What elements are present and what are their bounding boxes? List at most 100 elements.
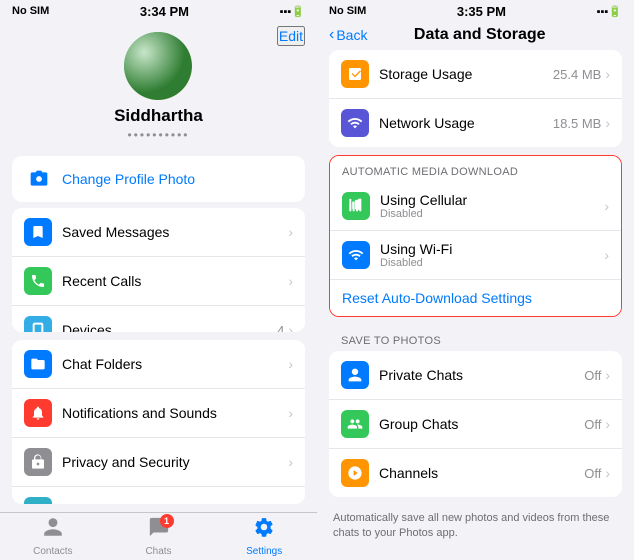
menu-item-notifications[interactable]: Notifications and Sounds › (12, 389, 305, 438)
cellular-item[interactable]: Using Cellular Disabled › (330, 182, 621, 231)
change-photo-label: Change Profile Photo (62, 171, 195, 187)
notifications-label: Notifications and Sounds (62, 405, 288, 421)
menu-item-calls[interactable]: Recent Calls › (12, 257, 305, 306)
profile-header: Edit Siddhartha •••••••••• (0, 22, 317, 150)
status-bar-left: No SIM 3:34 PM ▪▪▪🔋 (0, 0, 317, 22)
page-title: Data and Storage (367, 26, 592, 44)
chevron-icon: › (288, 356, 293, 372)
data-storage-label: Data and Storage (62, 503, 288, 505)
auto-download-header: AUTOMATIC MEDIA DOWNLOAD (330, 156, 621, 182)
recent-calls-icon (24, 267, 52, 295)
group-chats-item[interactable]: Group Chats Off › (329, 400, 622, 449)
private-chats-label-group: Private Chats (379, 367, 584, 383)
save-to-photos-section: SAVE TO PHOTOS Private Chats Off › (329, 325, 622, 546)
recent-calls-label: Recent Calls (62, 273, 288, 289)
wifi-icon (342, 241, 370, 269)
group-chats-icon (341, 410, 369, 438)
privacy-icon (24, 448, 52, 476)
settings-tab-icon (253, 516, 275, 544)
save-to-photos-header: SAVE TO PHOTOS (329, 325, 622, 351)
storage-usage-icon (341, 60, 369, 88)
edit-button[interactable]: Edit (277, 26, 305, 46)
profile-phone: •••••••••• (127, 128, 189, 142)
back-button[interactable]: ‹ Back (329, 26, 367, 44)
channels-item[interactable]: Channels Off › (329, 449, 622, 497)
cellular-icon (342, 192, 370, 220)
devices-badge: 4 (277, 323, 284, 332)
devices-icon (24, 316, 52, 332)
left-panel: No SIM 3:34 PM ▪▪▪🔋 Edit Siddhartha ••••… (0, 0, 317, 560)
chat-folders-icon (24, 350, 52, 378)
tab-bar: Contacts 1 Chats Settings (0, 512, 317, 560)
carrier-right: No SIM (329, 5, 366, 17)
private-chats-icon (341, 361, 369, 389)
storage-group: Storage Usage 25.4 MB › Network Usage 18… (329, 50, 622, 147)
storage-usage-item[interactable]: Storage Usage 25.4 MB › (329, 50, 622, 99)
privacy-label: Privacy and Security (62, 454, 288, 470)
time-right: 3:35 PM (457, 4, 506, 19)
chat-folders-label: Chat Folders (62, 356, 288, 372)
storage-value: 25.4 MB (553, 67, 601, 82)
camera-icon (26, 166, 52, 192)
notifications-icon (24, 399, 52, 427)
group-chats-label: Group Chats (379, 416, 584, 432)
chevron-icon: › (288, 503, 293, 505)
reset-auto-download[interactable]: Reset Auto-Download Settings (330, 280, 621, 316)
group-chats-label-group: Group Chats (379, 416, 584, 432)
chevron-icon: › (288, 224, 293, 240)
storage-label: Storage Usage (379, 66, 553, 82)
private-chats-item[interactable]: Private Chats Off › (329, 351, 622, 400)
menu-group-1: Saved Messages › Recent Calls › Devices … (12, 208, 305, 332)
right-content: Storage Usage 25.4 MB › Network Usage 18… (317, 50, 634, 560)
chevron-icon: › (288, 454, 293, 470)
channels-value: Off (584, 466, 601, 481)
network-value: 18.5 MB (553, 116, 601, 131)
menu-item-devices[interactable]: Devices 4 › (12, 306, 305, 332)
menu-item-privacy[interactable]: Privacy and Security › (12, 438, 305, 487)
channels-label-group: Channels (379, 465, 584, 481)
right-panel: No SIM 3:35 PM ▪▪▪🔋 ‹ Back Data and Stor… (317, 0, 634, 560)
avatar-image (124, 32, 192, 100)
nav-bar: ‹ Back Data and Storage (317, 22, 634, 50)
chevron-icon: › (605, 66, 610, 82)
chevron-icon: › (288, 273, 293, 289)
chevron-icon: › (605, 465, 610, 481)
channels-label: Channels (379, 465, 584, 481)
chevron-icon: › (605, 367, 610, 383)
tab-contacts[interactable]: Contacts (0, 513, 106, 560)
menu-item-data-storage[interactable]: Data and Storage › (12, 487, 305, 505)
contacts-tab-icon (42, 516, 64, 544)
private-chats-value: Off (584, 368, 601, 383)
wifi-item[interactable]: Using Wi-Fi Disabled › (330, 231, 621, 280)
private-chats-label: Private Chats (379, 367, 584, 383)
chevron-icon: › (288, 405, 293, 421)
saved-messages-icon (24, 218, 52, 246)
back-chevron-icon: ‹ (329, 26, 334, 44)
network-label-group: Network Usage (379, 115, 553, 131)
saved-messages-label: Saved Messages (62, 224, 288, 240)
wifi-label-group: Using Wi-Fi Disabled (380, 241, 604, 269)
cellular-label-group: Using Cellular Disabled (380, 192, 604, 220)
save-to-photos-group: Private Chats Off › Group Chats Off › (329, 351, 622, 497)
chevron-icon: › (604, 247, 609, 263)
avatar (124, 32, 192, 100)
cellular-label: Using Cellular (380, 192, 604, 208)
tab-settings-label: Settings (246, 546, 282, 557)
back-label: Back (336, 27, 367, 43)
chevron-icon: › (604, 198, 609, 214)
tab-chats[interactable]: 1 Chats (106, 513, 212, 560)
channels-icon (341, 459, 369, 487)
menu-item-folders[interactable]: Chat Folders › (12, 340, 305, 389)
wifi-label: Using Wi-Fi (380, 241, 604, 257)
chevron-icon: › (605, 115, 610, 131)
wifi-sublabel: Disabled (380, 257, 604, 269)
tab-settings[interactable]: Settings (211, 513, 317, 560)
change-photo-button[interactable]: Change Profile Photo (12, 156, 305, 202)
reset-auto-download-label: Reset Auto-Download Settings (342, 290, 532, 306)
menu-group-2: Chat Folders › Notifications and Sounds … (12, 340, 305, 505)
network-usage-item[interactable]: Network Usage 18.5 MB › (329, 99, 622, 147)
auto-download-section: AUTOMATIC MEDIA DOWNLOAD Using Cellular … (329, 155, 622, 317)
menu-item-saved[interactable]: Saved Messages › (12, 208, 305, 257)
data-storage-icon (24, 497, 52, 505)
storage-label-group: Storage Usage (379, 66, 553, 82)
